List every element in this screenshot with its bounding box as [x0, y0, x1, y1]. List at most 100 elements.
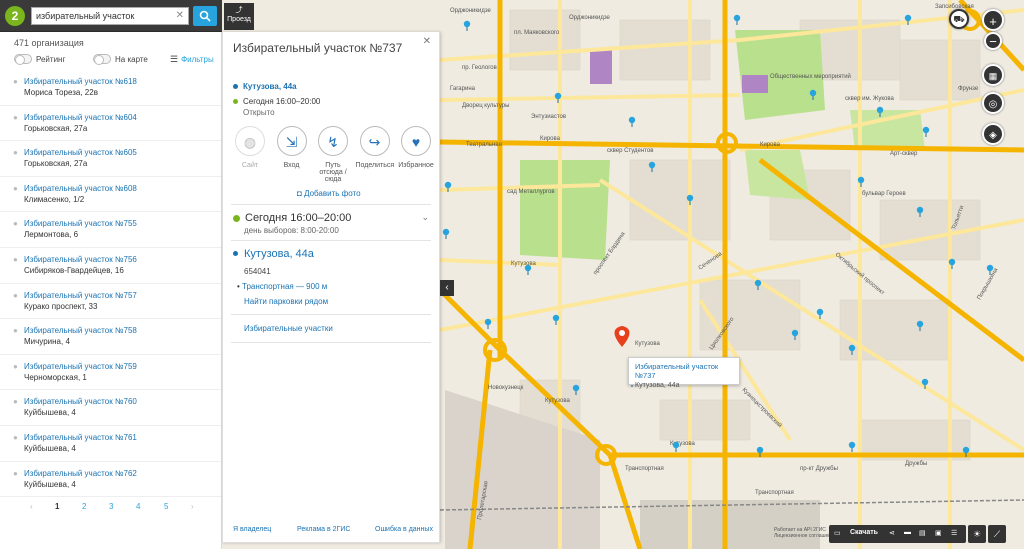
- heart-icon[interactable]: ♥: [401, 126, 431, 156]
- pin-icon: ●: [13, 326, 18, 336]
- pin-icon: ●: [13, 112, 18, 122]
- search-box[interactable]: ✕: [31, 7, 189, 25]
- screenshot-icon[interactable]: ▣: [935, 529, 942, 537]
- list-item[interactable]: ● Избирательный участок №760 Куйбышева, 4: [0, 390, 221, 426]
- pin-icon: ●: [13, 148, 18, 158]
- route-button[interactable]: ⤴ Проезд: [224, 3, 254, 30]
- map-label: Общественных мероприятий: [770, 73, 851, 80]
- prev-page-button[interactable]: ‹: [30, 502, 33, 511]
- parking-link[interactable]: Найти парковки рядом: [244, 297, 328, 306]
- page-link[interactable]: 4: [136, 502, 140, 511]
- action-heart-button[interactable]: ♥ Избранное: [397, 126, 435, 183]
- report-error-link[interactable]: Ошибка в данных: [375, 526, 433, 533]
- page-link[interactable]: 2: [82, 502, 86, 511]
- page-link[interactable]: 5: [164, 502, 168, 511]
- camera-icon: ◘: [297, 189, 302, 198]
- brightness-icon[interactable]: ☀: [968, 525, 986, 543]
- ads-link[interactable]: Реклама в 2ГИС: [297, 526, 350, 533]
- ruler-icon[interactable]: ▦: [982, 64, 1004, 86]
- 2gis-logo-icon[interactable]: 2: [5, 6, 25, 26]
- item-title[interactable]: Избирательный участок №758: [24, 325, 221, 336]
- item-title[interactable]: Избирательный участок №757: [24, 290, 221, 301]
- item-title[interactable]: Избирательный участок №759: [24, 361, 221, 372]
- map-label: бульвар Героев: [862, 191, 906, 197]
- license-link[interactable]: Лицензионное соглашение: [774, 533, 837, 539]
- item-title[interactable]: Избирательный участок №756: [24, 254, 221, 265]
- item-title[interactable]: Избирательный участок №755: [24, 218, 221, 229]
- item-title[interactable]: Избирательный участок №605: [24, 147, 221, 158]
- download-button[interactable]: Скачать: [850, 529, 878, 536]
- map-label: Орджоникидзе: [450, 8, 492, 14]
- menu-icon[interactable]: ☰: [951, 529, 957, 537]
- zoom-out-button[interactable]: −: [984, 32, 1002, 50]
- card-address[interactable]: Кутузова, 44а: [243, 82, 297, 91]
- schedule-block[interactable]: Сегодня 16:00–20:00: [233, 212, 351, 224]
- item-title[interactable]: Избирательный участок №618: [24, 76, 221, 87]
- traffic-icon[interactable]: ⛟: [949, 9, 969, 29]
- list-item[interactable]: ● Избирательный участок №759 Черноморская,…: [0, 355, 221, 391]
- comment-icon[interactable]: ▬: [904, 529, 911, 536]
- on-map-toggle[interactable]: На карте: [93, 54, 148, 65]
- entrance-icon[interactable]: ⇲: [276, 126, 307, 156]
- item-title[interactable]: Избирательный участок №608: [24, 183, 221, 194]
- clear-icon[interactable]: ✕: [176, 10, 184, 21]
- item-title[interactable]: Избирательный участок №762: [24, 468, 221, 479]
- hours-row: Сегодня 16:00–20:00: [233, 97, 320, 106]
- card-address-row[interactable]: Кутузова, 44а: [233, 82, 297, 91]
- list-item[interactable]: ● Избирательный участок №756 Сибиряков-Гва…: [0, 248, 221, 284]
- item-title[interactable]: Избирательный участок №761: [24, 432, 221, 443]
- toggle-switch[interactable]: [14, 54, 32, 65]
- add-photo-link[interactable]: ◘ Добавить фото: [297, 189, 361, 198]
- list-item[interactable]: ● Избирательный участок №618 Мориса Тореза…: [0, 70, 221, 106]
- action-share-button[interactable]: ↪ Поделиться: [356, 126, 394, 183]
- list-item[interactable]: ● Избирательный участок №755 Лермонтова, 6: [0, 212, 221, 248]
- zoom-in-button[interactable]: +: [982, 9, 1004, 31]
- chevron-down-icon[interactable]: ⌄: [421, 212, 429, 223]
- search-input[interactable]: [32, 8, 172, 24]
- list-item[interactable]: ● Избирательный участок №604 Горьковская, …: [0, 106, 221, 142]
- category-link[interactable]: Избирательные участки: [244, 324, 333, 333]
- measure-icon[interactable]: ⟋: [988, 525, 1006, 543]
- transport-row[interactable]: • Транспортная — 900 м: [237, 282, 327, 291]
- toggle-switch[interactable]: [93, 54, 111, 65]
- page-link[interactable]: 1: [55, 502, 59, 511]
- filters-button[interactable]: ☰ Фильтры: [170, 54, 214, 65]
- geolocation-icon[interactable]: ◎: [982, 92, 1004, 114]
- action-route-button[interactable]: ↯ Путь отсюда / сюда: [314, 126, 352, 183]
- list-item[interactable]: ● Избирательный участок №761 Куйбышева, 4: [0, 426, 221, 462]
- layers-icon[interactable]: ◈: [982, 123, 1004, 145]
- address-link[interactable]: Кутузова, 44а: [244, 248, 314, 260]
- print-icon[interactable]: ▤: [919, 529, 926, 537]
- owner-link[interactable]: Я владелец: [233, 526, 271, 533]
- transport-stop[interactable]: Транспортная — 900 м: [242, 282, 327, 291]
- item-address: Куйбышева, 4: [24, 408, 76, 418]
- page-link[interactable]: 3: [109, 502, 113, 511]
- next-page-button[interactable]: ›: [191, 502, 194, 511]
- collapse-panel-button[interactable]: ‹: [440, 280, 454, 296]
- item-address: Горьковская, 27а: [24, 123, 88, 133]
- list-item[interactable]: ● Избирательный участок №608 Климасенко, 1…: [0, 177, 221, 213]
- search-button[interactable]: [193, 6, 217, 26]
- share-icon[interactable]: ↪: [359, 126, 390, 156]
- map-popup[interactable]: Избирательный участок №737 Кутузова, 44а: [628, 357, 740, 389]
- download-icon[interactable]: ▭: [834, 529, 841, 537]
- action-label: Путь отсюда / сюда: [319, 162, 347, 183]
- globe-icon[interactable]: ◍: [235, 126, 265, 156]
- action-label: Избранное: [398, 162, 434, 169]
- share-icon[interactable]: ⋖: [889, 529, 895, 537]
- popup-title[interactable]: Избирательный участок №737: [635, 362, 733, 380]
- list-item[interactable]: ● Избирательный участок №605 Горьковская, …: [0, 141, 221, 177]
- list-item[interactable]: ● Избирательный участок №758 Мичурина, 4: [0, 319, 221, 355]
- route-icon[interactable]: ↯: [318, 126, 348, 156]
- close-icon[interactable]: ✕: [423, 36, 431, 47]
- list-item[interactable]: ● Избирательный участок №762 Куйбышева, 4: [0, 462, 221, 498]
- action-entrance-button[interactable]: ⇲ Вход: [273, 126, 311, 183]
- rating-toggle-label: Рейтинг: [36, 54, 66, 64]
- location-dot-icon: [233, 251, 238, 256]
- list-item[interactable]: ● Избирательный участок №757 Курако проспе…: [0, 284, 221, 320]
- item-title[interactable]: Избирательный участок №604: [24, 112, 221, 123]
- item-title[interactable]: Избирательный участок №760: [24, 396, 221, 407]
- action-globe-button[interactable]: ◍ Сайт: [231, 126, 269, 183]
- rating-toggle[interactable]: Рейтинг: [14, 54, 66, 65]
- map-label: пл. Маяковского: [514, 30, 560, 36]
